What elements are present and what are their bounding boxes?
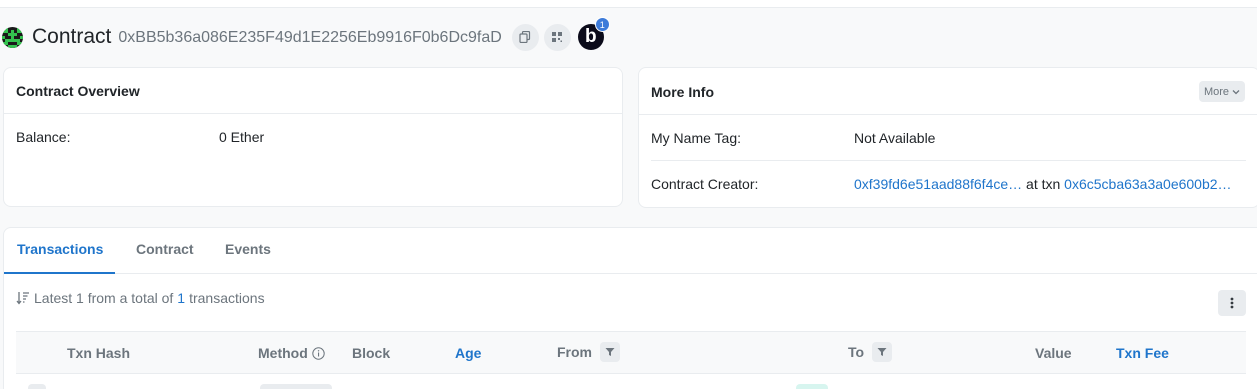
page-header: Contract 0xBB5b36a086E235F49d1E2256Eb991… — [2, 17, 610, 52]
more-info-title: More Info — [651, 84, 714, 100]
blockscan-icon: b — [584, 26, 597, 47]
column-method: Method — [258, 345, 325, 361]
table-options-button[interactable] — [1218, 290, 1246, 316]
column-to-label: To — [848, 344, 865, 360]
contract-overview-header: Contract Overview — [4, 68, 622, 114]
column-from: From — [557, 342, 620, 362]
contract-avatar-icon — [2, 26, 23, 48]
qr-code-button[interactable] — [543, 23, 571, 51]
column-value: Value — [1035, 345, 1072, 361]
contract-creator-label: Contract Creator: — [651, 176, 759, 192]
method-badge — [260, 384, 332, 389]
column-block: Block — [352, 345, 391, 361]
chevron-down-icon — [1232, 89, 1240, 94]
sort-icon — [16, 292, 29, 305]
summary-suffix: transactions — [189, 290, 265, 306]
filter-icon — [605, 348, 615, 356]
row-details-button[interactable] — [28, 384, 46, 389]
more-info-header: More Info More — [639, 68, 1257, 115]
qr-code-icon — [552, 32, 563, 42]
contract-overview-title: Contract Overview — [16, 83, 140, 99]
tab-contract[interactable]: Contract — [136, 241, 194, 257]
at-txn-text: at txn — [1026, 176, 1061, 192]
balance-row: Balance: 0 Ether — [16, 129, 606, 147]
column-to: To — [848, 342, 893, 362]
copy-address-button[interactable] — [511, 23, 539, 51]
contract-overview-card: Contract Overview Balance: 0 Ether — [3, 67, 623, 207]
more-info-card: More Info More My Name Tag: Not Availabl… — [638, 67, 1257, 208]
active-tab-indicator — [4, 272, 115, 274]
summary-count-link[interactable]: 1 — [177, 290, 185, 306]
more-vertical-icon — [1230, 297, 1234, 309]
name-tag-label: My Name Tag: — [651, 130, 741, 146]
column-from-label: From — [557, 344, 592, 360]
more-dropdown-button[interactable]: More — [1198, 81, 1245, 102]
from-filter-button[interactable] — [600, 342, 620, 362]
to-filter-button[interactable] — [872, 342, 893, 362]
info-icon[interactable] — [312, 346, 325, 360]
contract-creator-value: 0xf39fd6e51aad88f6f4ce… at txn 0x6c5cba6… — [854, 176, 1232, 192]
name-tag-value: Not Available — [854, 130, 936, 146]
table-header: Txn Hash Method Block Age From To Value … — [16, 331, 1246, 374]
tab-bar: Transactions Contract Events — [4, 228, 1257, 274]
column-txn-fee[interactable]: Txn Fee — [1116, 345, 1169, 361]
direction-badge — [796, 384, 828, 389]
summary-prefix: Latest 1 from a total of — [34, 290, 174, 306]
copy-icon — [519, 31, 531, 43]
balance-value: 0 Ether — [219, 129, 265, 145]
creator-txn-link[interactable]: 0x6c5cba63a3a0e600b2… — [1064, 176, 1231, 192]
tab-events[interactable]: Events — [225, 241, 271, 257]
column-method-label: Method — [258, 345, 308, 361]
column-age[interactable]: Age — [455, 345, 481, 361]
column-txn-hash: Txn Hash — [67, 345, 131, 361]
filter-icon — [877, 348, 887, 356]
balance-label: Balance: — [16, 129, 71, 145]
contract-creator-row: Contract Creator: 0xf39fd6e51aad88f6f4ce… — [651, 161, 1246, 207]
contract-address: 0xBB5b36a086E235F49d1E2256Eb9916F0b6Dc9f… — [118, 29, 502, 46]
page-title: Contract — [32, 25, 112, 48]
more-button-label: More — [1203, 85, 1229, 98]
transactions-summary: Latest 1 from a total of 1 transactions — [16, 290, 265, 306]
tab-transactions[interactable]: Transactions — [17, 241, 103, 257]
transactions-card: Transactions Contract Events Latest 1 fr… — [3, 227, 1257, 389]
blockscan-chat-button[interactable]: b 1 — [577, 17, 610, 50]
notification-badge: 1 — [594, 17, 610, 32]
name-tag-row: My Name Tag: Not Available — [651, 115, 1246, 161]
top-strip — [0, 0, 1257, 8]
creator-address-link[interactable]: 0xf39fd6e51aad88f6f4ce… — [854, 176, 1022, 192]
